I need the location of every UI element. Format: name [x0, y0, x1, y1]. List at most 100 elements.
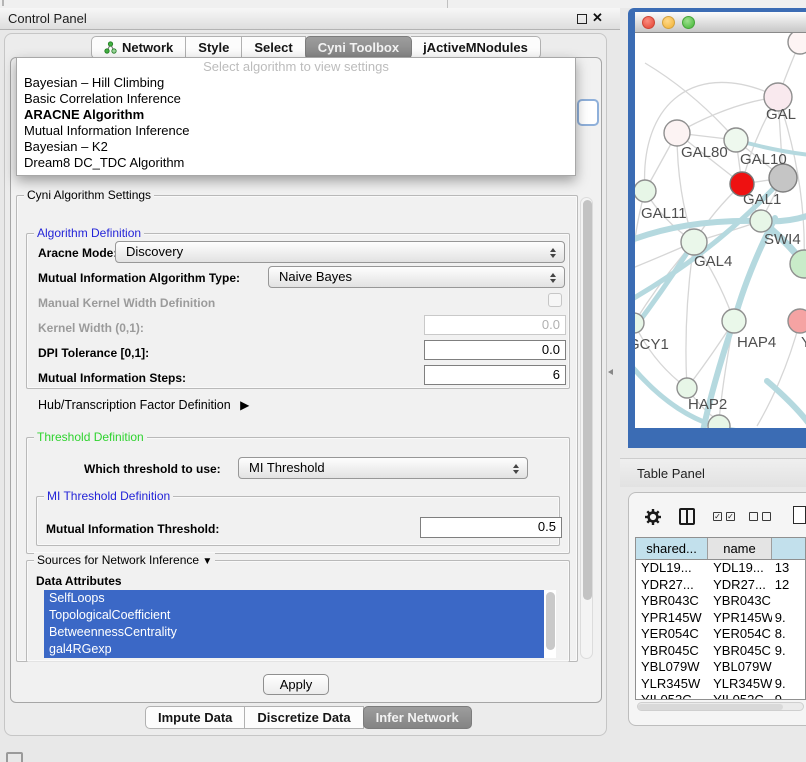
tab-style[interactable]: Style — [186, 36, 242, 59]
table-row[interactable]: YER054C YER054C 8. — [636, 626, 805, 643]
cell-value[interactable] — [772, 593, 805, 610]
tab-discretize-data[interactable]: Discretize Data — [245, 706, 363, 729]
select-all-columns-icon[interactable]: ✓ — [713, 512, 722, 521]
cell-name[interactable]: YDL19... — [708, 560, 772, 577]
cell-name[interactable]: YIL052C — [708, 692, 772, 700]
node-partial-bottom[interactable] — [708, 415, 730, 428]
node-gal11[interactable] — [635, 180, 656, 202]
cell-value[interactable]: 9 — [772, 692, 805, 700]
table-row[interactable]: YDL19... YDL19... 13 — [636, 560, 805, 577]
aracne-mode-select[interactable]: Discovery — [115, 241, 565, 263]
tab-impute-data[interactable]: Impute Data — [145, 706, 245, 729]
settings-scrollbar[interactable] — [580, 197, 593, 659]
cell-name[interactable]: YPR145W — [708, 610, 772, 627]
table-horizontal-scrollbar-thumb[interactable] — [638, 704, 783, 710]
control-panel-titlebar[interactable]: Control Panel ✕ — [0, 8, 620, 30]
cell-value[interactable]: 9. — [772, 610, 805, 627]
cell-shared-name[interactable]: YPR145W — [636, 610, 708, 627]
cell-name[interactable]: YBR043C — [708, 593, 772, 610]
cell-shared-name[interactable]: YDR27... — [636, 577, 708, 594]
zoom-window-icon[interactable] — [682, 16, 695, 29]
apply-button[interactable]: Apply — [263, 674, 329, 695]
attribute-item[interactable]: gal4RGexp — [44, 641, 544, 658]
kernel-width-input[interactable]: 0.0 — [424, 315, 566, 335]
cell-value[interactable]: 8. — [772, 626, 805, 643]
cell-name[interactable]: YDR27... — [708, 577, 772, 594]
deselect-all-columns-icon-2[interactable] — [762, 512, 771, 521]
cell-shared-name[interactable]: YBR043C — [636, 593, 708, 610]
node-hap2[interactable] — [677, 378, 697, 398]
table-row[interactable]: YBR045C YBR045C 9. — [636, 643, 805, 660]
deselect-all-columns-icon[interactable] — [749, 512, 758, 521]
attribute-item[interactable]: BetweennessCentrality — [44, 624, 544, 641]
table-row[interactable]: YPR145W YPR145W 9. — [636, 610, 805, 627]
tab-select[interactable]: Select — [242, 36, 305, 59]
menu-item-aracne[interactable]: ARACNE Algorithm — [17, 107, 575, 123]
network-window-titlebar[interactable] — [635, 12, 806, 33]
table-row[interactable]: YIL052C YIL052C 9 — [636, 692, 805, 700]
cell-shared-name[interactable]: YDL19... — [636, 560, 708, 577]
node-green[interactable] — [750, 210, 772, 232]
minimize-window-icon[interactable] — [662, 16, 675, 29]
menu-item-basic-correlation[interactable]: Basic Correlation Inference — [17, 91, 575, 107]
node-hub-gray[interactable] — [769, 164, 797, 192]
cell-value[interactable] — [772, 659, 805, 676]
tab-network[interactable]: Network — [91, 36, 186, 59]
hub-definition-toggle[interactable]: Hub/Transcription Factor Definition ▶ — [38, 398, 249, 412]
column-header-partial[interactable] — [772, 538, 805, 559]
attribute-item[interactable]: SelfLoops — [44, 590, 544, 607]
mi-threshold-input[interactable]: 0.5 — [420, 517, 562, 538]
show-columns-icon[interactable] — [679, 508, 695, 525]
menu-item-dream8[interactable]: Dream8 DC_TDC Algorithm — [17, 155, 575, 171]
cell-name[interactable]: YLR345W — [708, 676, 772, 693]
tab-infer-network[interactable]: Infer Network — [363, 706, 472, 729]
cell-shared-name[interactable]: YBL079W — [636, 659, 708, 676]
tab-cyni-toolbox[interactable]: Cyni Toolbox — [305, 36, 412, 59]
table-row[interactable]: YBL079W YBL079W — [636, 659, 805, 676]
node-salmon[interactable] — [788, 309, 806, 333]
table-row[interactable]: YBR043C YBR043C — [636, 593, 805, 610]
menu-item-bayesian-hill-climbing[interactable]: Bayesian – Hill Climbing — [17, 75, 575, 91]
node-gal4[interactable] — [681, 229, 707, 255]
cell-value[interactable]: 12 — [772, 577, 805, 594]
settings-scrollbar-thumb[interactable] — [583, 200, 592, 600]
tab-jactivemnodules[interactable]: jActiveMNodules — [411, 36, 541, 59]
table-row[interactable]: YDR27... YDR27... 12 — [636, 577, 805, 594]
panel-splitter-grip[interactable] — [608, 369, 613, 375]
cell-value[interactable]: 9. — [772, 643, 805, 660]
cell-name[interactable]: YBL079W — [708, 659, 772, 676]
cell-name[interactable]: YBR045C — [708, 643, 772, 660]
cell-shared-name[interactable]: YBR045C — [636, 643, 708, 660]
node-hap4[interactable] — [722, 309, 746, 333]
cell-name[interactable]: YER054C — [708, 626, 772, 643]
column-header-name[interactable]: name — [708, 538, 772, 559]
node-gal80[interactable] — [664, 120, 690, 146]
sources-group-title[interactable]: Sources for Network Inference ▼ — [34, 553, 215, 567]
algorithm-combobox-edge[interactable] — [577, 99, 599, 126]
node-partial[interactable] — [788, 33, 806, 54]
which-threshold-select[interactable]: MI Threshold — [238, 457, 528, 479]
cell-shared-name[interactable]: YER054C — [636, 626, 708, 643]
float-panel-icon[interactable] — [577, 14, 587, 24]
export-table-icon[interactable] — [793, 506, 806, 524]
data-attributes-list[interactable]: SelfLoops TopologicalCoefficient Between… — [44, 590, 556, 658]
table-row[interactable]: YLR345W YLR345W 9. — [636, 676, 805, 693]
cell-shared-name[interactable]: YIL052C — [636, 692, 708, 700]
column-header-shared-name[interactable]: shared... — [636, 538, 708, 559]
dock-panel-icon[interactable] — [6, 752, 23, 762]
attributes-scrollbar-thumb[interactable] — [546, 592, 555, 650]
cell-shared-name[interactable]: YLR345W — [636, 676, 708, 693]
network-canvas[interactable]: GAL GAL80 GAL10 GAL1 GAL11 GAL4 SWI4 GCY… — [635, 33, 806, 428]
menu-item-mutual-information[interactable]: Mutual Information Inference — [17, 123, 575, 139]
attribute-item[interactable]: TopologicalCoefficient — [44, 607, 544, 624]
dpi-tolerance-input[interactable]: 0.0 — [424, 340, 566, 360]
menu-item-bayesian-k2[interactable]: Bayesian – K2 — [17, 139, 575, 155]
table-panel-titlebar[interactable]: Table Panel — [620, 458, 806, 487]
mi-algorithm-type-select[interactable]: Naive Bayes — [268, 266, 565, 288]
select-all-columns-icon-2[interactable]: ✓ — [726, 512, 735, 521]
mi-steps-input[interactable]: 6 — [424, 365, 566, 385]
close-panel-icon[interactable]: ✕ — [592, 10, 603, 26]
close-window-icon[interactable] — [642, 16, 655, 29]
cell-value[interactable]: 9. — [772, 676, 805, 693]
manual-kernel-width-checkbox[interactable] — [548, 293, 562, 307]
